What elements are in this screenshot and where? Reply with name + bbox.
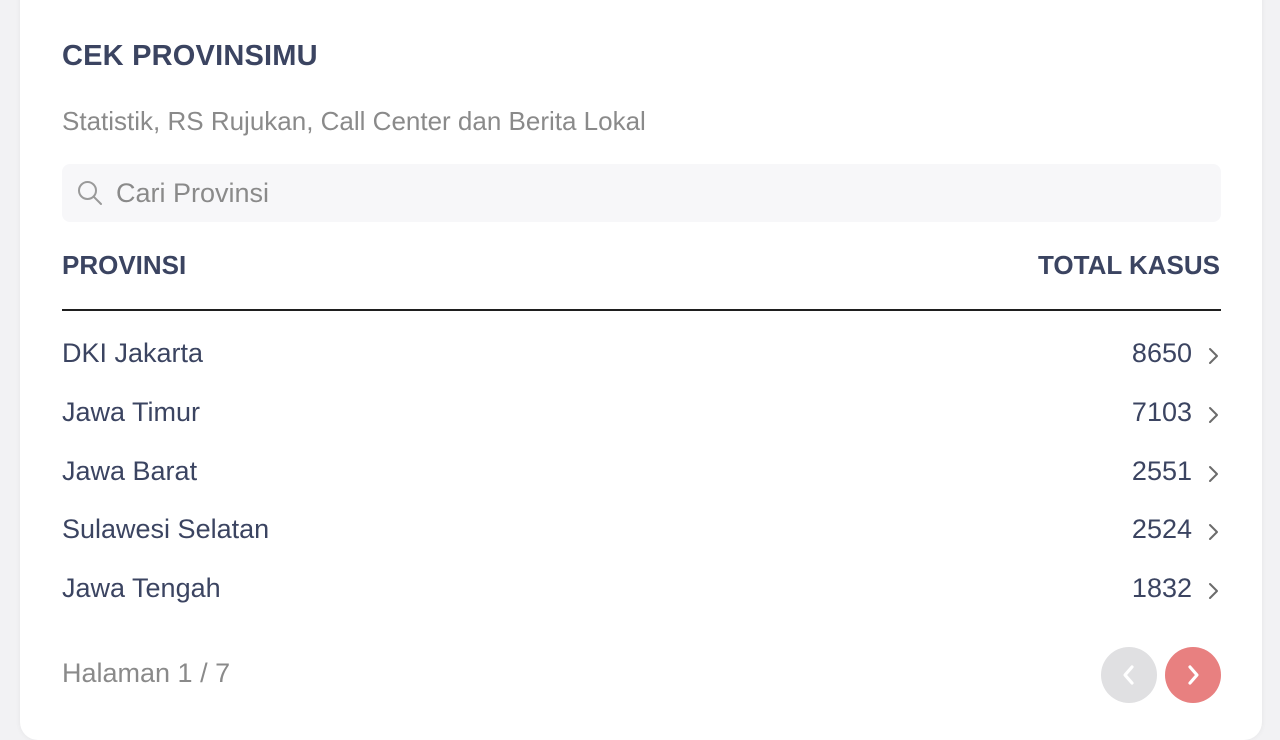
chevron-right-icon [1209, 583, 1218, 599]
province-name: DKI Jakarta [62, 338, 204, 368]
table-row[interactable]: Sulawesi Selatan 2524 [62, 502, 1221, 561]
header-divider [62, 309, 1221, 311]
column-header-provinsi: PROVINSI [62, 250, 187, 280]
table-row[interactable]: Jawa Timur 7103 [62, 385, 1221, 444]
table-row[interactable]: Jawa Barat 2551 [62, 444, 1221, 503]
province-name: Sulawesi Selatan [62, 514, 270, 545]
column-header-total-kasus: TOTAL KASUS [1037, 250, 1220, 280]
search-box[interactable] [62, 164, 1221, 222]
chevron-left-icon [1123, 665, 1134, 685]
chevron-right-icon [1209, 348, 1218, 364]
total-cases: 1832 [1131, 573, 1192, 603]
chevron-right-icon [1209, 406, 1218, 423]
search-input[interactable] [116, 164, 1206, 222]
chevron-right-icon [1209, 524, 1218, 541]
total-cases: 2551 [1131, 455, 1192, 486]
total-cases: 2524 [1131, 514, 1192, 545]
province-name: Jawa Tengah [62, 573, 221, 603]
total-cases: 8650 [1131, 338, 1192, 368]
search-icon [78, 181, 102, 205]
total-cases: 7103 [1131, 396, 1192, 427]
page-indicator: Halaman 1 / 7 [62, 658, 231, 688]
table-row[interactable]: Jawa Tengah 1832 [62, 561, 1221, 620]
chevron-right-icon [1209, 465, 1218, 482]
chevron-right-icon [1188, 665, 1199, 685]
next-page-button[interactable] [1165, 647, 1221, 703]
prev-page-button[interactable] [1101, 647, 1157, 703]
province-name: Jawa Timur [62, 396, 201, 427]
page-title: CEK PROVINSIMU [62, 40, 318, 72]
province-name: Jawa Barat [62, 455, 198, 486]
page-subtitle: Statistik, RS Rujukan, Call Center dan B… [62, 106, 646, 136]
province-list: DKI Jakarta 8650 Jawa Timur 7103 Jawa Ba… [62, 326, 1221, 620]
table-row[interactable]: DKI Jakarta 8650 [62, 326, 1221, 385]
